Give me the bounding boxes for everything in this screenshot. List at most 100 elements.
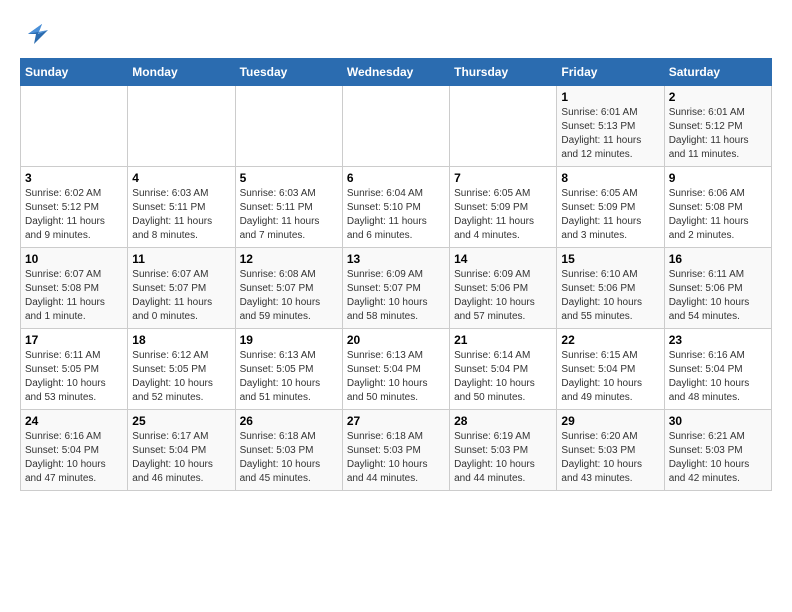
day-info: Sunrise: 6:01 AM Sunset: 5:13 PM Dayligh… xyxy=(561,106,659,162)
calendar-table: SundayMondayTuesdayWednesdayThursdayFrid… xyxy=(20,58,772,491)
day-number: 5 xyxy=(240,171,338,185)
calendar-week-3: 17 Sunrise: 6:11 AM Sunset: 5:05 PM Dayli… xyxy=(21,329,772,410)
day-number: 9 xyxy=(669,171,767,185)
calendar-cell xyxy=(235,86,342,167)
calendar-cell: 7Sunrise: 6:05 AM Sunset: 5:09 PM Daylig… xyxy=(450,167,557,248)
day-number: 4 xyxy=(132,171,230,185)
day-number: 24 xyxy=(25,414,123,428)
calendar-cell: 4 Sunrise: 6:03 AM Sunset: 5:11 PM Daylig… xyxy=(128,167,235,248)
calendar-header: SundayMondayTuesdayWednesdayThursdayFrid… xyxy=(21,59,772,86)
day-number: 21 xyxy=(454,333,552,347)
day-info: Sunrise: 6:03 AM Sunset: 5:11 PM Dayligh… xyxy=(132,187,230,243)
calendar-cell: 30 Sunrise: 6:21 AM Sunset: 5:03 PM Dayli… xyxy=(664,410,771,491)
day-number: 6 xyxy=(347,171,445,185)
calendar-cell: 23Sunrise: 6:16 AM Sunset: 5:04 PM Dayli… xyxy=(664,329,771,410)
day-number: 30 xyxy=(669,414,767,428)
calendar-cell: 5 Sunrise: 6:03 AM Sunset: 5:11 PM Daylig… xyxy=(235,167,342,248)
day-info: Sunrise: 6:12 AM Sunset: 5:05 PM Dayligh… xyxy=(132,349,230,405)
calendar-cell: 22 Sunrise: 6:15 AM Sunset: 5:04 PM Dayli… xyxy=(557,329,664,410)
logo-icon xyxy=(20,20,50,48)
day-info: Sunrise: 6:11 AM Sunset: 5:05 PM Dayligh… xyxy=(25,349,123,405)
calendar-cell: 8 Sunrise: 6:05 AM Sunset: 5:09 PM Daylig… xyxy=(557,167,664,248)
day-number: 19 xyxy=(240,333,338,347)
calendar-cell: 15 Sunrise: 6:10 AM Sunset: 5:06 PM Dayli… xyxy=(557,248,664,329)
day-info: Sunrise: 6:09 AM Sunset: 5:07 PM Dayligh… xyxy=(347,268,445,324)
day-info: Sunrise: 6:06 AM Sunset: 5:08 PM Dayligh… xyxy=(669,187,767,243)
weekday-header-saturday: Saturday xyxy=(664,59,771,86)
calendar-body: 1 Sunrise: 6:01 AM Sunset: 5:13 PM Daylig… xyxy=(21,86,772,491)
day-info: Sunrise: 6:05 AM Sunset: 5:09 PM Dayligh… xyxy=(454,187,552,243)
day-info: Sunrise: 6:11 AM Sunset: 5:06 PM Dayligh… xyxy=(669,268,767,324)
day-number: 28 xyxy=(454,414,552,428)
calendar-cell: 27 Sunrise: 6:18 AM Sunset: 5:03 PM Dayli… xyxy=(342,410,449,491)
calendar-week-2: 10 Sunrise: 6:07 AM Sunset: 5:08 PM Dayli… xyxy=(21,248,772,329)
calendar-cell: 13 Sunrise: 6:09 AM Sunset: 5:07 PM Dayli… xyxy=(342,248,449,329)
day-number: 22 xyxy=(561,333,659,347)
day-info: Sunrise: 6:05 AM Sunset: 5:09 PM Dayligh… xyxy=(561,187,659,243)
calendar-cell: 28 Sunrise: 6:19 AM Sunset: 5:03 PM Dayli… xyxy=(450,410,557,491)
day-info: Sunrise: 6:19 AM Sunset: 5:03 PM Dayligh… xyxy=(454,430,552,486)
day-number: 25 xyxy=(132,414,230,428)
calendar-cell: 20 Sunrise: 6:13 AM Sunset: 5:04 PM Dayli… xyxy=(342,329,449,410)
day-number: 12 xyxy=(240,252,338,266)
weekday-header-thursday: Thursday xyxy=(450,59,557,86)
calendar-cell: 29Sunrise: 6:20 AM Sunset: 5:03 PM Dayli… xyxy=(557,410,664,491)
day-number: 26 xyxy=(240,414,338,428)
day-number: 23 xyxy=(669,333,767,347)
calendar-cell: 24 Sunrise: 6:16 AM Sunset: 5:04 PM Dayli… xyxy=(21,410,128,491)
calendar-cell: 2Sunrise: 6:01 AM Sunset: 5:12 PM Daylig… xyxy=(664,86,771,167)
day-info: Sunrise: 6:07 AM Sunset: 5:08 PM Dayligh… xyxy=(25,268,123,324)
day-info: Sunrise: 6:03 AM Sunset: 5:11 PM Dayligh… xyxy=(240,187,338,243)
day-number: 8 xyxy=(561,171,659,185)
day-info: Sunrise: 6:09 AM Sunset: 5:06 PM Dayligh… xyxy=(454,268,552,324)
calendar-cell: 14Sunrise: 6:09 AM Sunset: 5:06 PM Dayli… xyxy=(450,248,557,329)
weekday-header-wednesday: Wednesday xyxy=(342,59,449,86)
day-number: 3 xyxy=(25,171,123,185)
calendar-week-0: 1 Sunrise: 6:01 AM Sunset: 5:13 PM Daylig… xyxy=(21,86,772,167)
day-number: 1 xyxy=(561,90,659,104)
day-info: Sunrise: 6:13 AM Sunset: 5:05 PM Dayligh… xyxy=(240,349,338,405)
calendar-cell xyxy=(342,86,449,167)
day-info: Sunrise: 6:18 AM Sunset: 5:03 PM Dayligh… xyxy=(347,430,445,486)
day-info: Sunrise: 6:13 AM Sunset: 5:04 PM Dayligh… xyxy=(347,349,445,405)
day-info: Sunrise: 6:20 AM Sunset: 5:03 PM Dayligh… xyxy=(561,430,659,486)
day-number: 20 xyxy=(347,333,445,347)
weekday-header-friday: Friday xyxy=(557,59,664,86)
day-number: 15 xyxy=(561,252,659,266)
day-number: 17 xyxy=(25,333,123,347)
day-number: 11 xyxy=(132,252,230,266)
weekday-header-sunday: Sunday xyxy=(21,59,128,86)
day-number: 16 xyxy=(669,252,767,266)
calendar-cell: 21 Sunrise: 6:14 AM Sunset: 5:04 PM Dayli… xyxy=(450,329,557,410)
calendar-cell: 17 Sunrise: 6:11 AM Sunset: 5:05 PM Dayli… xyxy=(21,329,128,410)
calendar-cell: 16 Sunrise: 6:11 AM Sunset: 5:06 PM Dayli… xyxy=(664,248,771,329)
calendar-cell xyxy=(128,86,235,167)
weekday-header-monday: Monday xyxy=(128,59,235,86)
calendar-cell: 12Sunrise: 6:08 AM Sunset: 5:07 PM Dayli… xyxy=(235,248,342,329)
day-info: Sunrise: 6:14 AM Sunset: 5:04 PM Dayligh… xyxy=(454,349,552,405)
day-number: 13 xyxy=(347,252,445,266)
day-info: Sunrise: 6:10 AM Sunset: 5:06 PM Dayligh… xyxy=(561,268,659,324)
day-info: Sunrise: 6:16 AM Sunset: 5:04 PM Dayligh… xyxy=(25,430,123,486)
day-info: Sunrise: 6:17 AM Sunset: 5:04 PM Dayligh… xyxy=(132,430,230,486)
calendar-cell: 3Sunrise: 6:02 AM Sunset: 5:12 PM Daylig… xyxy=(21,167,128,248)
calendar-week-1: 3Sunrise: 6:02 AM Sunset: 5:12 PM Daylig… xyxy=(21,167,772,248)
calendar-cell: 26 Sunrise: 6:18 AM Sunset: 5:03 PM Dayli… xyxy=(235,410,342,491)
day-number: 27 xyxy=(347,414,445,428)
calendar-cell: 19 Sunrise: 6:13 AM Sunset: 5:05 PM Dayli… xyxy=(235,329,342,410)
day-number: 10 xyxy=(25,252,123,266)
calendar-cell xyxy=(450,86,557,167)
weekday-header-tuesday: Tuesday xyxy=(235,59,342,86)
calendar-cell: 25 Sunrise: 6:17 AM Sunset: 5:04 PM Dayli… xyxy=(128,410,235,491)
calendar-cell: 18Sunrise: 6:12 AM Sunset: 5:05 PM Dayli… xyxy=(128,329,235,410)
calendar-week-4: 24 Sunrise: 6:16 AM Sunset: 5:04 PM Dayli… xyxy=(21,410,772,491)
calendar-cell: 6 Sunrise: 6:04 AM Sunset: 5:10 PM Daylig… xyxy=(342,167,449,248)
day-info: Sunrise: 6:18 AM Sunset: 5:03 PM Dayligh… xyxy=(240,430,338,486)
day-info: Sunrise: 6:04 AM Sunset: 5:10 PM Dayligh… xyxy=(347,187,445,243)
calendar-cell: 9 Sunrise: 6:06 AM Sunset: 5:08 PM Daylig… xyxy=(664,167,771,248)
day-info: Sunrise: 6:21 AM Sunset: 5:03 PM Dayligh… xyxy=(669,430,767,486)
day-info: Sunrise: 6:07 AM Sunset: 5:07 PM Dayligh… xyxy=(132,268,230,324)
day-info: Sunrise: 6:15 AM Sunset: 5:04 PM Dayligh… xyxy=(561,349,659,405)
page-header xyxy=(20,20,772,48)
calendar-cell xyxy=(21,86,128,167)
